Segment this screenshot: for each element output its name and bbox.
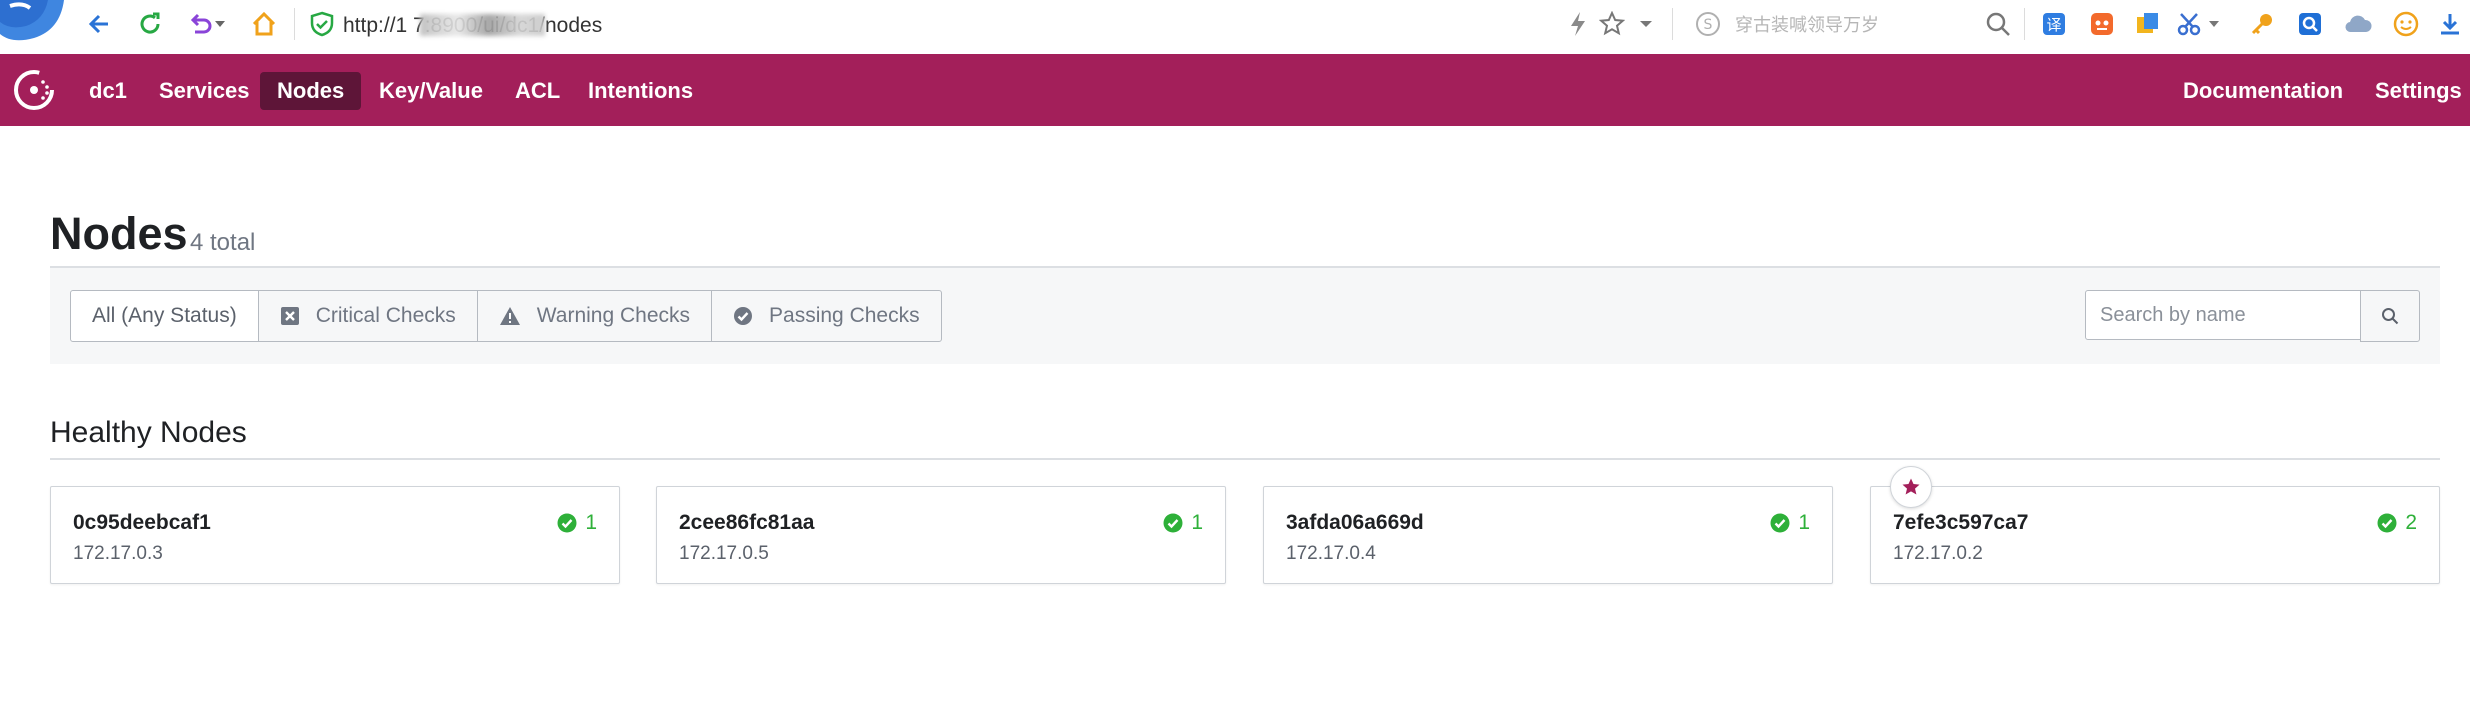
key-extension-icon[interactable] [2244,6,2280,42]
toolbar-divider [2024,8,2025,40]
search-engine-icon[interactable]: S [1690,6,1726,42]
node-card[interactable]: 7efe3c597ca7 172.17.0.2 2 [1870,486,2440,584]
bookmark-star-icon[interactable] [1594,6,1630,42]
nav-nodes[interactable]: Nodes [260,72,362,110]
health-filter-group: All (Any Status) Critical Checks Warning… [70,290,942,342]
passing-check-icon [557,513,577,533]
passing-count: 2 [2405,511,2417,534]
node-count: 4 total [190,229,256,256]
emoji-extension-icon[interactable] [2388,6,2424,42]
translate-extension-icon[interactable]: 译 [2036,6,2072,42]
nav-acl[interactable]: ACL [498,72,577,110]
game-extension-icon[interactable] [2084,6,2120,42]
page-title: Nodes [50,208,188,259]
toolbar-divider [294,8,295,40]
node-name: 0c95deebcaf1 [73,511,211,534]
node-card[interactable]: 0c95deebcaf1 172.17.0.3 1 [50,486,620,584]
consul-logo-icon[interactable] [12,68,56,112]
search-icon[interactable] [1980,6,2016,42]
svg-text:译: 译 [2046,16,2061,34]
toolbar-divider [1672,8,1673,40]
lightning-icon[interactable] [1560,6,1596,42]
nav-settings[interactable]: Settings [2358,72,2470,110]
search-button[interactable] [2360,290,2420,342]
chevron-down-icon[interactable] [212,6,228,42]
passing-count: 1 [585,511,597,534]
node-name: 3afda06a669d [1286,511,1424,534]
url-redaction [420,14,545,36]
critical-icon [280,307,299,325]
home-icon[interactable] [246,6,282,42]
cloud-extension-icon[interactable] [2340,6,2376,42]
node-address: 172.17.0.5 [679,543,769,564]
search-icon [2382,308,2399,325]
passing-check-icon [1163,513,1183,533]
passing-checks: 1 [557,511,597,535]
nav-intentions[interactable]: Intentions [571,72,710,110]
filter-warning[interactable]: Warning Checks [476,290,713,342]
node-name: 2cee86fc81aa [679,511,815,534]
screenshot-extension-icon[interactable] [2130,6,2166,42]
nav-key-value[interactable]: Key/Value [362,72,500,110]
browser-logo-icon [0,0,64,41]
reload-icon[interactable] [132,6,168,42]
scissors-icon[interactable] [2172,6,2208,42]
leader-star-icon [1902,478,1920,495]
section-title: Healthy Nodes [50,416,247,449]
nav-documentation[interactable]: Documentation [2166,72,2360,110]
browser-toolbar: http://1 7:8900/ui/dc1/nodes S 穿古装喊领导万岁 … [0,0,2470,55]
filter-critical[interactable]: Critical Checks [257,290,478,342]
scan-extension-icon[interactable] [2292,6,2328,42]
node-address: 172.17.0.4 [1286,543,1376,564]
filter-all-label: All (Any Status) [92,304,237,327]
svg-text:S: S [1704,17,1713,33]
passing-checks: 1 [1163,511,1203,535]
nav-services[interactable]: Services [142,72,267,110]
passing-icon [734,307,753,325]
secure-shield-icon[interactable] [304,6,340,42]
chevron-down-icon[interactable] [2206,6,2222,42]
download-icon[interactable] [2432,6,2468,42]
leader-badge [1890,466,1932,508]
filter-critical-label: Critical Checks [315,304,456,327]
passing-checks: 2 [2377,511,2417,535]
passing-check-icon [1770,513,1790,533]
search-input[interactable] [2085,290,2390,340]
passing-check-icon [2377,513,2397,533]
node-address: 172.17.0.3 [73,543,163,564]
warning-icon [499,307,520,325]
node-card[interactable]: 3afda06a669d 172.17.0.4 1 [1263,486,1833,584]
filter-warning-label: Warning Checks [536,304,691,327]
filter-passing[interactable]: Passing Checks [711,290,942,342]
passing-checks: 1 [1770,511,1810,535]
passing-count: 1 [1191,511,1203,534]
chevron-down-icon[interactable] [1636,6,1656,42]
node-name: 7efe3c597ca7 [1893,511,2029,534]
filter-passing-label: Passing Checks [769,304,920,327]
browser-search-suggestion[interactable]: 穿古装喊领导万岁 [1735,12,1879,40]
filter-all[interactable]: All (Any Status) [70,290,259,342]
passing-count: 1 [1798,511,1810,534]
datacenter-selector[interactable]: dc1 [72,72,144,110]
node-address: 172.17.0.2 [1893,543,1983,564]
node-card[interactable]: 2cee86fc81aa 172.17.0.5 1 [656,486,1226,584]
section-divider [50,458,2440,460]
back-icon[interactable] [82,6,118,42]
